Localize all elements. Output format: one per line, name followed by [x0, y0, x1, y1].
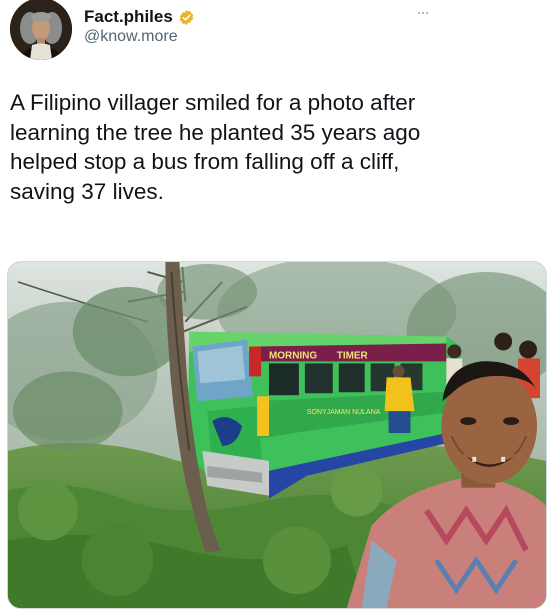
- portrait-avatar-icon: [10, 0, 72, 60]
- tweet-card: Fact.philes @know.more A Filipino villag…: [0, 0, 550, 611]
- author-handle[interactable]: @know.more: [84, 28, 178, 46]
- author-name-row: Fact.philes: [84, 7, 195, 27]
- verified-badge-icon: [178, 9, 195, 26]
- tweet-text: A Filipino villager smiled for a photo a…: [10, 90, 421, 204]
- bus-tree-photo: MORNING TIMER SONYJAMAN NULANA: [8, 262, 546, 608]
- bus-sign-side: TIMER: [337, 350, 368, 361]
- author-avatar[interactable]: [10, 0, 72, 60]
- bus-sign-front: MORNING: [269, 350, 317, 361]
- bus-side-text: SONYJAMAN NULANA: [307, 409, 381, 416]
- more-horizontal-icon: [418, 12, 420, 14]
- author-display-name[interactable]: Fact.philes: [84, 7, 173, 27]
- tweet-photo[interactable]: MORNING TIMER SONYJAMAN NULANA: [7, 261, 547, 609]
- more-options-button[interactable]: [412, 6, 434, 20]
